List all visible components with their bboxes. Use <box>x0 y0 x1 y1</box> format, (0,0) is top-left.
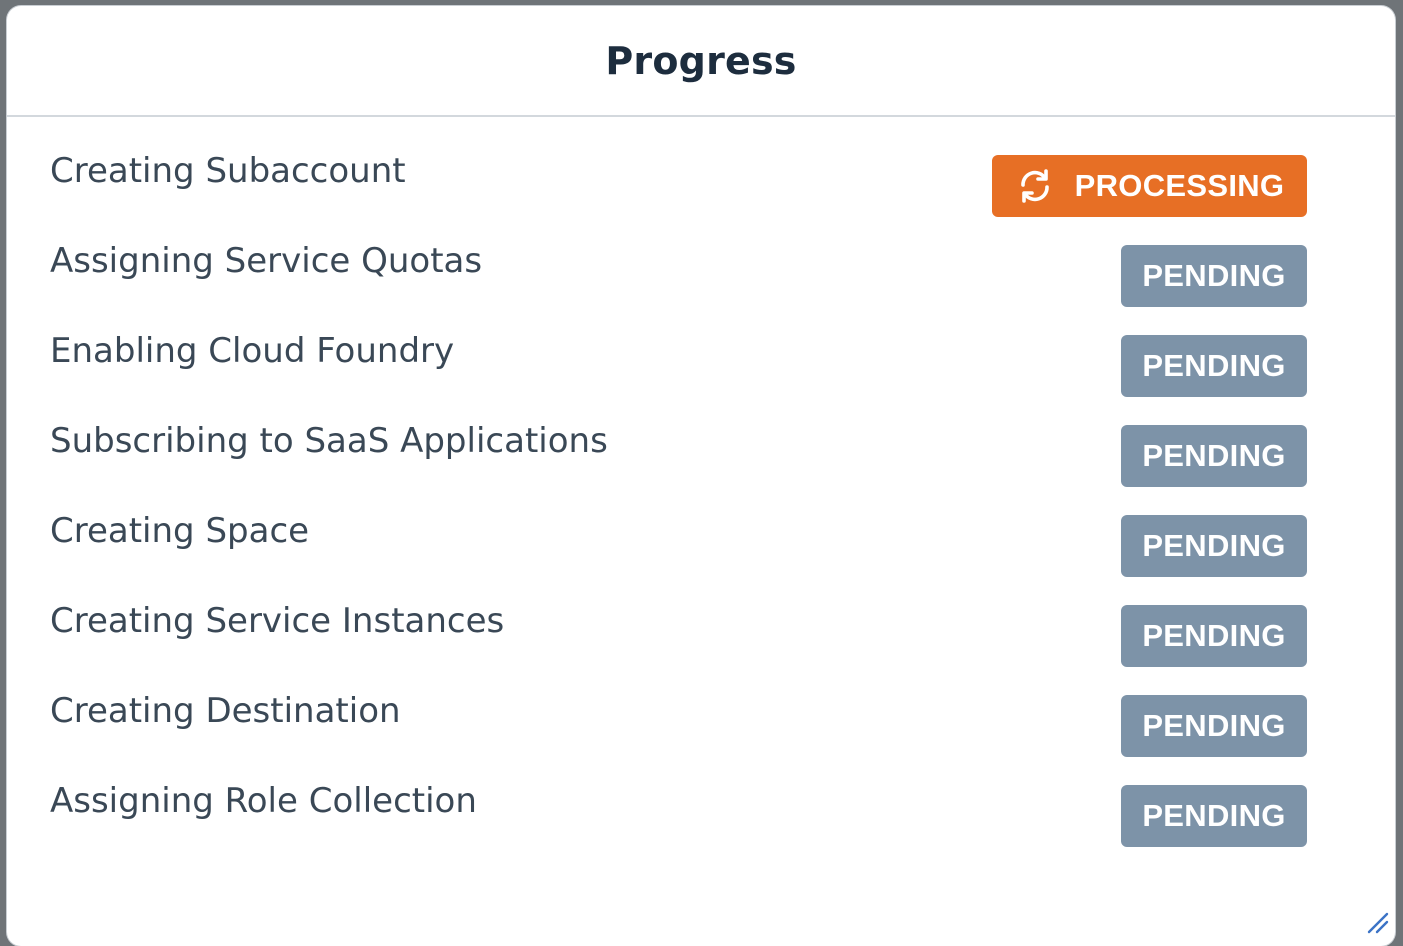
progress-step: Subscribing to SaaS Applications PENDING <box>7 411 1395 501</box>
status-badge-pending: PENDING <box>1121 605 1307 667</box>
progress-dialog: Progress Creating Subaccount PROCESSING … <box>7 6 1395 946</box>
status-badge-pending: PENDING <box>1121 695 1307 757</box>
progress-step: Assigning Role Collection PENDING <box>7 771 1395 861</box>
dialog-title: Progress <box>605 38 797 83</box>
status-badge-pending: PENDING <box>1121 335 1307 397</box>
progress-step: Creating Space PENDING <box>7 501 1395 591</box>
progress-step: Assigning Service Quotas PENDING <box>7 231 1395 321</box>
step-label: Enabling Cloud Foundry <box>50 331 455 371</box>
step-label: Creating Space <box>50 511 310 551</box>
sync-icon <box>1020 169 1049 203</box>
progress-step-list: Creating Subaccount PROCESSING Assigning… <box>7 141 1395 861</box>
step-label: Creating Service Instances <box>50 601 505 641</box>
progress-step: Creating Subaccount PROCESSING <box>7 141 1395 231</box>
progress-step: Creating Service Instances PENDING <box>7 591 1395 681</box>
status-badge-pending: PENDING <box>1121 785 1307 847</box>
step-label: Assigning Role Collection <box>50 781 477 821</box>
step-label: Creating Subaccount <box>50 151 406 191</box>
status-badge-processing: PROCESSING <box>992 155 1307 217</box>
status-badge-pending: PENDING <box>1121 425 1307 487</box>
step-label: Creating Destination <box>50 691 401 731</box>
status-text: PROCESSING <box>1074 168 1285 203</box>
step-label: Subscribing to SaaS Applications <box>50 421 608 461</box>
step-label: Assigning Service Quotas <box>50 241 483 281</box>
status-badge-pending: PENDING <box>1121 515 1307 577</box>
resize-grip-icon[interactable] <box>1363 908 1389 934</box>
progress-step: Enabling Cloud Foundry PENDING <box>7 321 1395 411</box>
progress-step: Creating Destination PENDING <box>7 681 1395 771</box>
dialog-header: Progress <box>7 6 1395 117</box>
status-badge-pending: PENDING <box>1121 245 1307 307</box>
